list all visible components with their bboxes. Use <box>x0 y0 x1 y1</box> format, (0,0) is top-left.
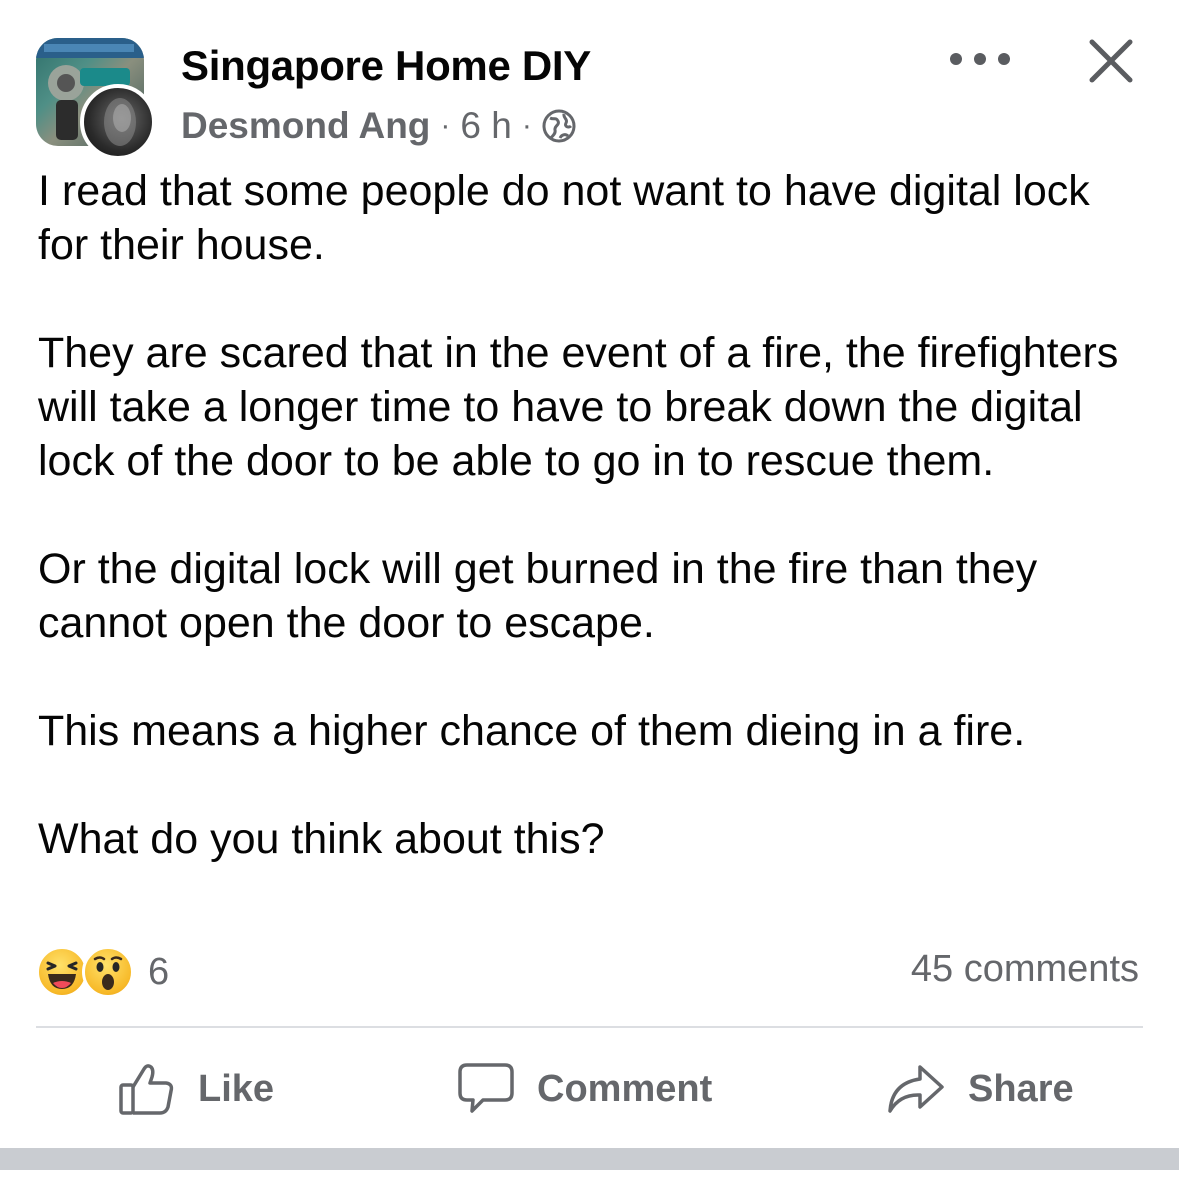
reactions-summary[interactable]: 6 <box>36 946 169 998</box>
speech-bubble-icon <box>458 1063 514 1113</box>
feed-separator <box>0 1148 1179 1170</box>
share-arrow-icon <box>888 1065 944 1113</box>
like-button[interactable]: Like <box>118 1058 274 1120</box>
post-paragraph: What do you think about this? <box>38 815 605 863</box>
close-button[interactable] <box>1086 36 1136 86</box>
post-paragraph: Or the digital lock will get burned in t… <box>38 545 1038 647</box>
globe-icon <box>542 109 576 143</box>
haha-reaction-icon <box>36 946 88 998</box>
more-dot-icon <box>974 53 986 65</box>
post-time[interactable]: 6 h <box>460 105 511 147</box>
user-avatar[interactable] <box>80 84 156 160</box>
comments-count[interactable]: 45 comments <box>911 948 1139 991</box>
more-dot-icon <box>998 53 1010 65</box>
group-name[interactable]: Singapore Home DIY <box>181 42 591 90</box>
comment-button[interactable]: Comment <box>457 1058 712 1120</box>
share-label: Share <box>968 1067 1074 1110</box>
post-meta: Desmond Ang · 6 h · <box>181 104 576 148</box>
share-button[interactable]: Share <box>886 1058 1074 1120</box>
more-dot-icon <box>950 53 962 65</box>
post-avatars[interactable] <box>36 38 160 160</box>
divider <box>36 1026 1143 1028</box>
comment-label: Comment <box>537 1067 713 1110</box>
post-paragraph: This means a higher chance of them diein… <box>38 707 1026 755</box>
close-icon <box>1089 39 1133 83</box>
meta-separator: · <box>440 109 451 142</box>
author-name[interactable]: Desmond Ang <box>181 105 430 147</box>
post-paragraph: I read that some people do not want to h… <box>38 167 1090 269</box>
reaction-count: 6 <box>148 950 170 993</box>
more-options-button[interactable] <box>950 44 1010 74</box>
meta-separator: · <box>521 109 532 142</box>
thumbs-up-icon <box>119 1064 174 1115</box>
wow-reaction-icon <box>82 946 134 998</box>
post-paragraph: They are scared that in the event of a f… <box>38 329 1119 485</box>
post-body: I read that some people do not want to h… <box>38 164 1148 866</box>
facebook-post: Singapore Home DIY Desmond Ang · 6 h · I… <box>0 0 1179 1188</box>
like-label: Like <box>198 1067 275 1110</box>
